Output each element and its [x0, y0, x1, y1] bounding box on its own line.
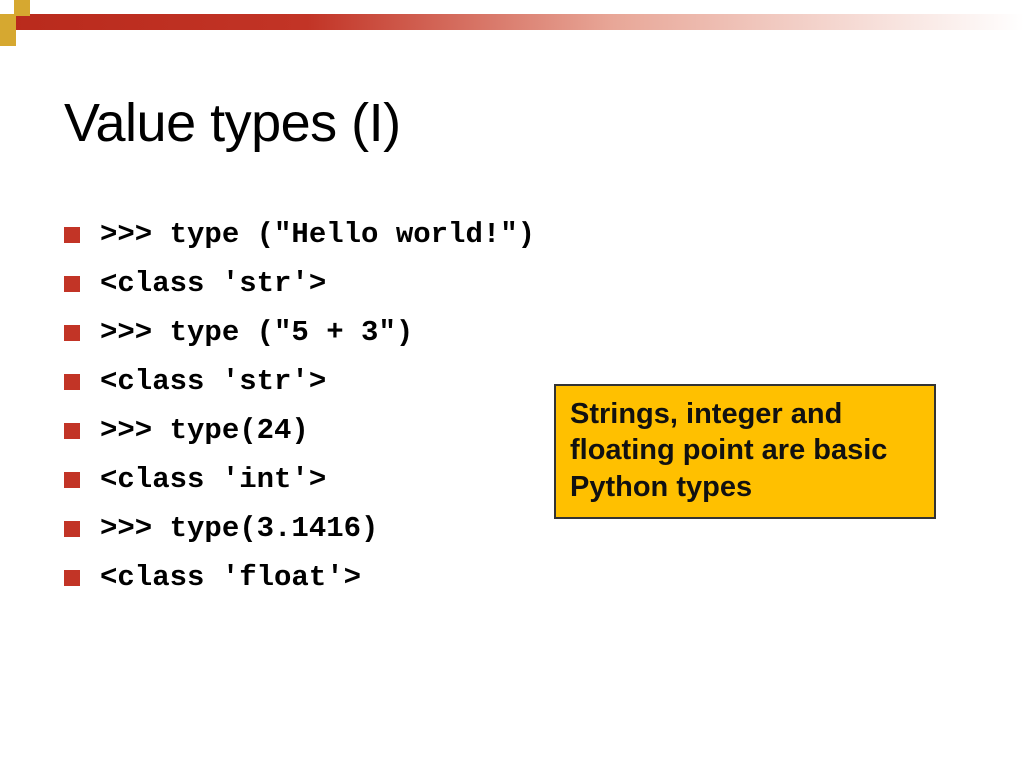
code-line: >>> type ("5 + 3") [100, 316, 413, 349]
code-line: <class 'str'> [100, 267, 326, 300]
code-line: <class 'float'> [100, 561, 361, 594]
list-item: >>> type(3.1416) [64, 512, 535, 545]
list-item: >>> type(24) [64, 414, 535, 447]
bullet-icon [64, 570, 80, 586]
code-line: >>> type(24) [100, 414, 309, 447]
bullet-icon [64, 276, 80, 292]
callout-box: Strings, integer and floating point are … [554, 384, 936, 519]
slide-title: Value types (I) [64, 92, 401, 154]
code-line: <class 'str'> [100, 365, 326, 398]
bullet-icon [64, 423, 80, 439]
bullet-icon [64, 472, 80, 488]
list-item: <class 'str'> [64, 267, 535, 300]
list-item: >>> type ("5 + 3") [64, 316, 535, 349]
list-item: <class 'float'> [64, 561, 535, 594]
code-line: >>> type ("Hello world!") [100, 218, 535, 251]
code-line: >>> type(3.1416) [100, 512, 378, 545]
corner-decoration [0, 0, 70, 50]
bullet-icon [64, 521, 80, 537]
bullet-icon [64, 374, 80, 390]
code-list: >>> type ("Hello world!") <class 'str'> … [64, 218, 535, 610]
list-item: <class 'int'> [64, 463, 535, 496]
list-item: <class 'str'> [64, 365, 535, 398]
code-line: <class 'int'> [100, 463, 326, 496]
list-item: >>> type ("Hello world!") [64, 218, 535, 251]
bullet-icon [64, 325, 80, 341]
bullet-icon [64, 227, 80, 243]
header-bar [0, 14, 1024, 30]
